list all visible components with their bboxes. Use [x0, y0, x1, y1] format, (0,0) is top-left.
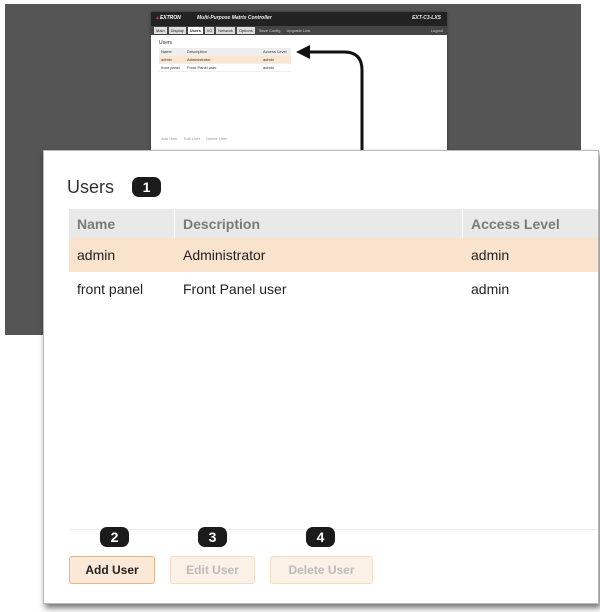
table-row[interactable]: admin Administrator admin	[69, 238, 598, 272]
mini-logout-link[interactable]: Logout	[431, 28, 443, 33]
mini-table-row[interactable]: admin Administrator admin	[159, 56, 291, 64]
column-header-description[interactable]: Description	[175, 209, 463, 238]
mini-table-header: Name Description Access Level	[159, 48, 291, 56]
mini-tab-bar: Main Display Users I/O Network Options S…	[151, 26, 447, 35]
mini-add-user-button[interactable]: Add User	[161, 136, 178, 141]
cell-name: front panel	[77, 281, 144, 297]
mini-users-table: Name Description Access Level admin Adminis…	[159, 48, 291, 72]
mini-delete-user-button[interactable]: Delete User	[206, 136, 227, 141]
page-title: Users	[67, 177, 115, 197]
delete-user-button[interactable]: Delete User	[270, 556, 373, 584]
callout-badge-3: 3	[198, 527, 227, 547]
users-table: Name Description Access Level admin Admi…	[69, 209, 598, 306]
cell-description: Front Panel user	[183, 281, 287, 297]
mini-model-number: EXT-C3-LXS	[412, 15, 441, 21]
mini-logo: ▲EXTRON	[155, 15, 181, 21]
edit-user-button[interactable]: Edit User	[170, 556, 255, 584]
column-header-access-level[interactable]: Access Level	[463, 209, 598, 238]
add-user-button[interactable]: Add User	[69, 556, 155, 584]
mini-tab-upgrade[interactable]: Upgrade Link	[285, 27, 313, 34]
column-header-name[interactable]: Name	[69, 209, 175, 238]
mini-table-row[interactable]: front panel Front Panel user admin	[159, 64, 291, 72]
callout-badge-4: 4	[306, 527, 335, 547]
mini-button-row: Add User Edit User Delete User	[161, 136, 227, 141]
mini-tab-options[interactable]: Options	[236, 27, 255, 34]
table-header-row: Name Description Access Level	[69, 209, 598, 238]
cell-name: admin	[77, 247, 116, 263]
mini-window: ▲EXTRON Multi-Purpose Matrix Controller …	[151, 12, 447, 162]
mini-header: ▲EXTRON Multi-Purpose Matrix Controller …	[151, 12, 447, 26]
table-row[interactable]: front panel Front Panel user admin	[69, 272, 598, 306]
mini-tab-main[interactable]: Main	[154, 27, 167, 34]
callout-badge-2: 2	[100, 527, 129, 547]
mini-tab-display[interactable]: Display	[168, 27, 186, 34]
cell-description: Administrator	[183, 247, 266, 263]
mini-page-title: Users	[159, 40, 173, 46]
callout-badge-1: 1	[132, 177, 161, 197]
mini-tab-users[interactable]: Users	[187, 27, 203, 34]
users-panel: Users 1 Name Description Access Level ad…	[43, 150, 599, 604]
mini-tab-io[interactable]: I/O	[204, 27, 215, 34]
mini-edit-user-button[interactable]: Edit User	[184, 136, 200, 141]
mini-tab-save-config[interactable]: Save Config	[257, 27, 283, 34]
mini-product-name: Multi-Purpose Matrix Controller	[197, 15, 272, 21]
cell-access-level: admin	[471, 247, 510, 263]
cell-access-level: admin	[471, 281, 510, 297]
mini-tab-network[interactable]: Network	[216, 27, 235, 34]
